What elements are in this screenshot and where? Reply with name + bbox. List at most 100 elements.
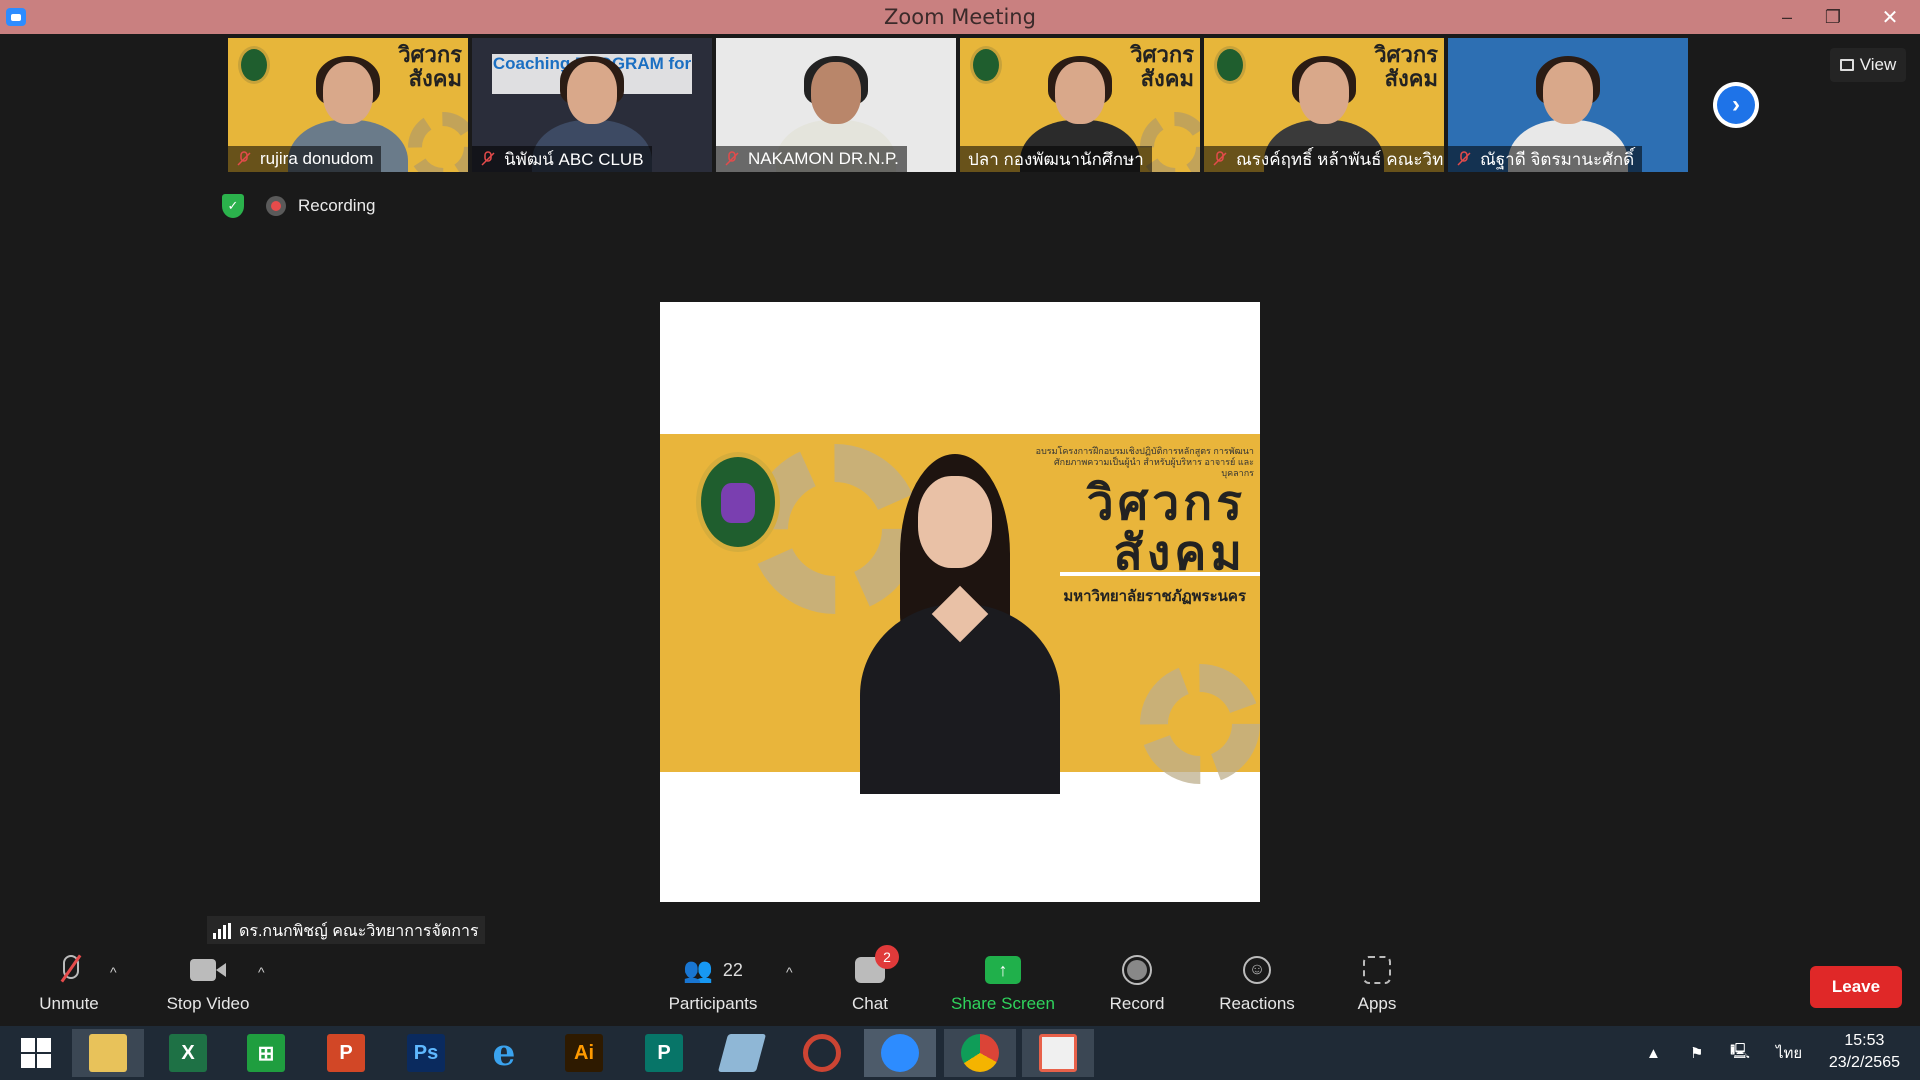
university-seal-icon	[1214, 46, 1246, 84]
mic-muted-icon	[237, 151, 251, 166]
mic-muted-icon	[1457, 151, 1471, 166]
folder-icon	[89, 1034, 127, 1072]
stop-video-button[interactable]: Stop Video	[160, 950, 256, 1020]
windows-logo-icon	[21, 1038, 51, 1068]
taskbar-store[interactable]: ⊞	[230, 1029, 302, 1077]
share-screen-label: Share Screen	[951, 994, 1055, 1013]
meeting-status: ✓ Recording	[222, 194, 376, 218]
taskbar-illustrator[interactable]: Ai	[548, 1029, 620, 1077]
mic-muted-icon	[725, 151, 739, 166]
mic-muted-icon	[59, 955, 79, 985]
participant-tile[interactable]: NAKAMON DR.N.P.	[716, 38, 956, 172]
taskbar-photoscape[interactable]	[786, 1029, 858, 1077]
tile-banner-line2: สังคม	[1140, 67, 1194, 92]
share-screen-icon: ↑	[985, 956, 1021, 984]
powerpoint-icon: P	[327, 1034, 365, 1072]
banner-university: มหาวิทยาลัยราชภัฏพระนคร	[1063, 588, 1246, 605]
language-indicator[interactable]: ไทย	[1776, 1026, 1802, 1080]
zoom-icon	[881, 1034, 919, 1072]
chat-label: Chat	[852, 994, 888, 1013]
clock-time: 15:53	[1844, 1032, 1885, 1049]
apps-button[interactable]: Apps	[1352, 950, 1402, 1020]
store-icon: ⊞	[247, 1034, 285, 1072]
photoscape-icon	[803, 1034, 841, 1072]
video-camera-icon	[190, 959, 226, 981]
record-label: Record	[1109, 994, 1165, 1013]
grid-icon	[1839, 59, 1854, 71]
smiley-icon: ☺	[1243, 956, 1271, 984]
meeting-toolbar: Unmute ^ Stop Video ^ 👥 22 Participants ^…	[0, 944, 1920, 1026]
tile-banner-line2: สังคม	[1384, 67, 1438, 92]
taskbar-photoshop[interactable]: Ps	[390, 1029, 462, 1077]
notepad-icon	[717, 1034, 767, 1072]
leave-button[interactable]: Leave	[1810, 966, 1902, 1008]
participants-label: Participants	[668, 994, 758, 1013]
taskbar-clock[interactable]: 15:53 23/2/2565	[1829, 1030, 1900, 1074]
participant-tile[interactable]: Coaching PROGRAM for Career นิพัฒน์ ABC …	[472, 38, 712, 172]
university-seal-icon	[238, 46, 270, 84]
tray-show-hidden-icon[interactable]: ▲	[1646, 1026, 1661, 1080]
active-speaker-video[interactable]: อบรมโครงการฝึกอบรมเชิงปฏิบัติการหลักสูตร…	[660, 302, 1260, 902]
windows-taskbar: X ⊞ P Ps e Ai P ▲ ⚑ 🖳 ไทย 15:53 23/2/256…	[0, 1026, 1920, 1080]
video-options-caret[interactable]: ^	[258, 964, 265, 980]
participant-tile[interactable]: ณัฐาดี จิตรมานะศักดิ์	[1448, 38, 1688, 172]
internet-explorer-icon: e	[492, 1032, 516, 1074]
signal-bars-icon	[213, 923, 231, 939]
participants-options-caret[interactable]: ^	[786, 964, 793, 980]
mic-muted-icon	[1213, 151, 1227, 166]
taskbar-publisher[interactable]: P	[628, 1029, 700, 1077]
banner-title-line1: วิศวกร	[1086, 475, 1246, 531]
participants-icon: 👥	[683, 956, 713, 984]
university-seal-icon	[696, 452, 780, 552]
participant-name: NAKAMON DR.N.P.	[716, 146, 907, 172]
gallery-next-button[interactable]: ›	[1713, 82, 1759, 128]
shield-check-icon[interactable]: ✓	[222, 194, 244, 218]
participant-tile[interactable]: วิศวกร สังคม ณรงค์ฤทธิ์ หล้าพันธ์ คณะวิทย…	[1204, 38, 1444, 172]
title-bar: Zoom Meeting – ❐ ✕	[0, 0, 1920, 34]
participant-tile[interactable]: วิศวกร สังคม rujira donudom	[228, 38, 468, 172]
close-button[interactable]: ✕	[1860, 0, 1920, 34]
chat-icon: 2	[855, 945, 899, 983]
zoom-app-icon	[6, 8, 26, 26]
chat-button[interactable]: 2 Chat	[840, 945, 900, 1020]
network-icon[interactable]: 🖳	[1730, 1026, 1750, 1080]
taskbar-zoom[interactable]	[864, 1029, 936, 1077]
active-speaker-tag: ดร.กนกพิชญ์ คณะวิทยาการจัดการ	[207, 916, 485, 946]
action-center-flag-icon[interactable]: ⚑	[1690, 1026, 1703, 1080]
speaker-background-banner: อบรมโครงการฝึกอบรมเชิงปฏิบัติการหลักสูตร…	[660, 434, 1260, 794]
taskbar-notepad[interactable]	[706, 1029, 778, 1077]
recording-label: Recording	[298, 196, 376, 215]
unmute-button[interactable]: Unmute	[32, 950, 106, 1020]
participant-name: ปลา กองพัฒนานักศึกษา	[960, 146, 1152, 172]
taskbar-office[interactable]	[1022, 1029, 1094, 1077]
reactions-button[interactable]: ☺ Reactions	[1214, 950, 1300, 1020]
taskbar-excel[interactable]: X	[152, 1029, 224, 1077]
chevron-right-icon: ›	[1717, 86, 1755, 124]
banner-title: วิศวกร สังคม	[1087, 478, 1246, 578]
apps-label: Apps	[1357, 994, 1397, 1013]
participant-name-text: NAKAMON DR.N.P.	[748, 149, 899, 168]
maximize-button[interactable]: ❐	[1810, 0, 1856, 34]
taskbar-file-explorer[interactable]	[72, 1029, 144, 1077]
start-button[interactable]	[0, 1029, 72, 1077]
view-label: View	[1859, 55, 1897, 74]
record-button[interactable]: Record	[1104, 950, 1170, 1020]
view-button[interactable]: View	[1830, 48, 1906, 82]
participants-count: 22	[722, 959, 743, 980]
share-screen-button[interactable]: ↑ Share Screen	[946, 950, 1060, 1020]
excel-icon: X	[169, 1034, 207, 1072]
participants-button[interactable]: 👥 22 Participants	[660, 950, 766, 1020]
minimize-button[interactable]: –	[1764, 0, 1810, 34]
taskbar-internet-explorer[interactable]: e	[468, 1029, 540, 1077]
photoshop-icon: Ps	[407, 1034, 445, 1072]
audio-options-caret[interactable]: ^	[110, 964, 117, 980]
participant-name: rujira donudom	[228, 146, 382, 172]
chrome-icon	[961, 1034, 999, 1072]
apps-icon	[1363, 956, 1391, 984]
taskbar-chrome[interactable]	[944, 1029, 1016, 1077]
illustrator-icon: Ai	[565, 1034, 603, 1072]
participant-tile[interactable]: วิศวกร สังคม ปลา กองพัฒนานักศึกษา	[960, 38, 1200, 172]
record-icon	[1122, 955, 1152, 985]
active-speaker-name: ดร.กนกพิชญ์ คณะวิทยาการจัดการ	[239, 922, 479, 940]
taskbar-powerpoint[interactable]: P	[310, 1029, 382, 1077]
